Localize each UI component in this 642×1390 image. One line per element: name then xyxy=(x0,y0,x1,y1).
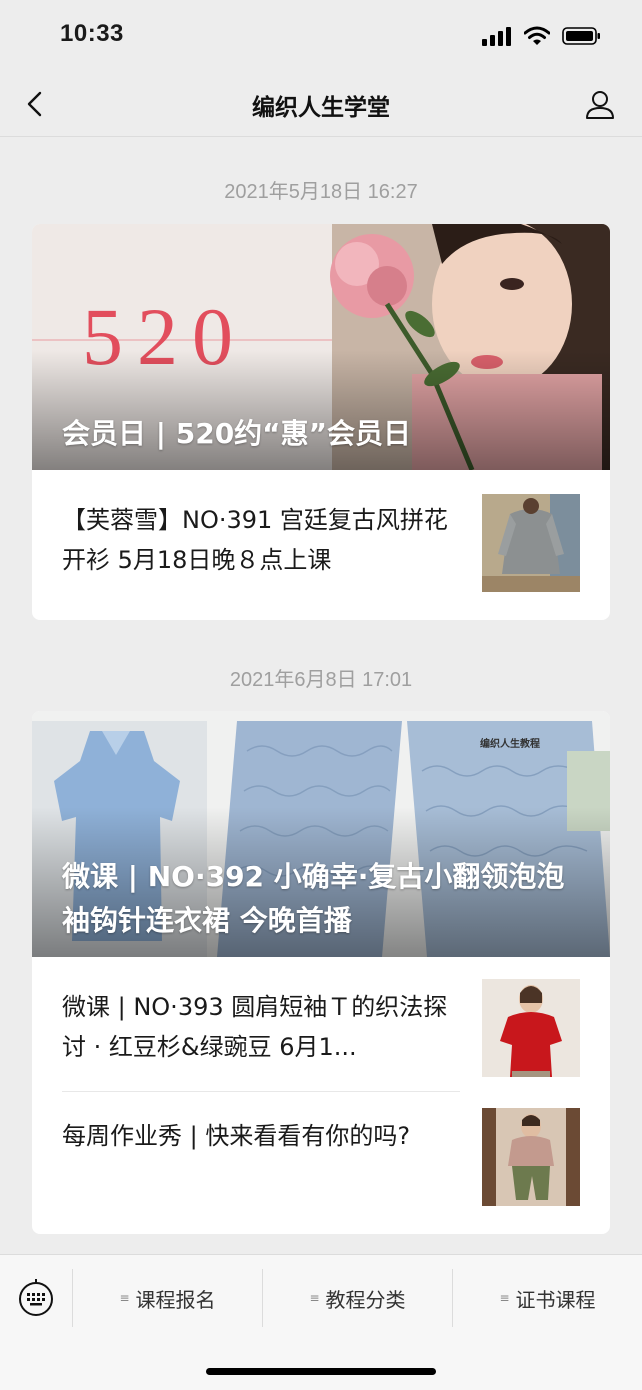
article-thumbnail xyxy=(482,1108,580,1206)
thumbnail-image xyxy=(482,979,580,1077)
cover-brand-text: 编织人生教程 xyxy=(480,737,540,750)
status-time: 10:33 xyxy=(60,20,124,47)
person-icon xyxy=(586,91,614,119)
status-bar: 10:33 xyxy=(0,0,642,72)
menu-list-icon: ≡ xyxy=(309,1291,320,1305)
keyboard-icon xyxy=(19,1279,53,1316)
article-thumbnail xyxy=(482,979,580,1077)
article-item-title: 【芙蓉雪】NO·391 宫廷复古风拼花开衫 5月18日晚８点上课 xyxy=(62,506,448,574)
page-title: 编织人生学堂 xyxy=(252,95,390,121)
keyboard-toggle-button[interactable] xyxy=(16,1277,56,1317)
article-list-item[interactable]: 【芙蓉雪】NO·391 宫廷复古风拼花开衫 5月18日晚８点上课 xyxy=(32,470,610,620)
article-cover[interactable]: 编织人生教程 微课 | NO·392 小确幸·复古小翻领泡泡袖钩针连衣裙 今晚首… xyxy=(32,711,610,957)
thumbnail-image xyxy=(482,494,580,592)
cellular-signal-icon xyxy=(482,27,511,46)
menu-item-label: 教程分类 xyxy=(325,1287,406,1312)
thumbnail-image xyxy=(482,1108,580,1206)
message-timestamp: 2021年5月18日 16:27 xyxy=(224,181,418,203)
status-icons xyxy=(482,26,602,46)
menu-item-tutorial-categories[interactable]: ≡ 教程分类 xyxy=(263,1255,452,1341)
article-card: 编织人生教程 微课 | NO·392 小确幸·复古小翻领泡泡袖钩针连衣裙 今晚首… xyxy=(32,711,610,1234)
nav-bar: 编织人生学堂 xyxy=(0,72,642,137)
cover-title: 会员日 | 520约“惠”会员日 xyxy=(62,417,411,450)
home-indicator[interactable] xyxy=(206,1368,436,1375)
article-list-item[interactable]: 微课 | NO·393 圆肩短袖Ｔ的织法探讨 · 红豆杉&绿豌豆 6月1... xyxy=(32,957,610,1091)
menu-item-certificate-courses[interactable]: ≡ 证书课程 xyxy=(453,1255,642,1341)
menu-list-icon: ≡ xyxy=(499,1291,510,1305)
article-list-item[interactable]: 每周作业秀 | 快来看看有你的吗? xyxy=(32,1092,610,1234)
menu-item-course-signup[interactable]: ≡ 课程报名 xyxy=(73,1255,262,1341)
battery-icon xyxy=(562,27,600,45)
article-item-title: 每周作业秀 | 快来看看有你的吗? xyxy=(62,1122,411,1150)
article-item-title: 微课 | NO·393 圆肩短袖Ｔ的织法探讨 · 红豆杉&绿豌豆 6月1... xyxy=(62,993,448,1061)
message-timestamp: 2021年6月8日 17:01 xyxy=(229,669,413,691)
profile-button[interactable] xyxy=(584,88,616,120)
menu-list-icon: ≡ xyxy=(119,1291,130,1305)
wifi-icon xyxy=(524,26,550,45)
cover-title: 微课 | NO·392 小确幸·复古小翻领泡泡袖钩针连衣裙 今晚首播 xyxy=(62,860,565,937)
article-thumbnail xyxy=(482,494,580,592)
article-card: 520 会员日 | 520约“惠”会员日 【芙蓉雪】NO·391 宫廷复古风拼花… xyxy=(32,224,610,620)
menu-item-label: 证书课程 xyxy=(515,1287,596,1312)
article-cover[interactable]: 520 会员日 | 520约“惠”会员日 xyxy=(32,224,610,470)
menu-item-label: 课程报名 xyxy=(135,1287,216,1312)
